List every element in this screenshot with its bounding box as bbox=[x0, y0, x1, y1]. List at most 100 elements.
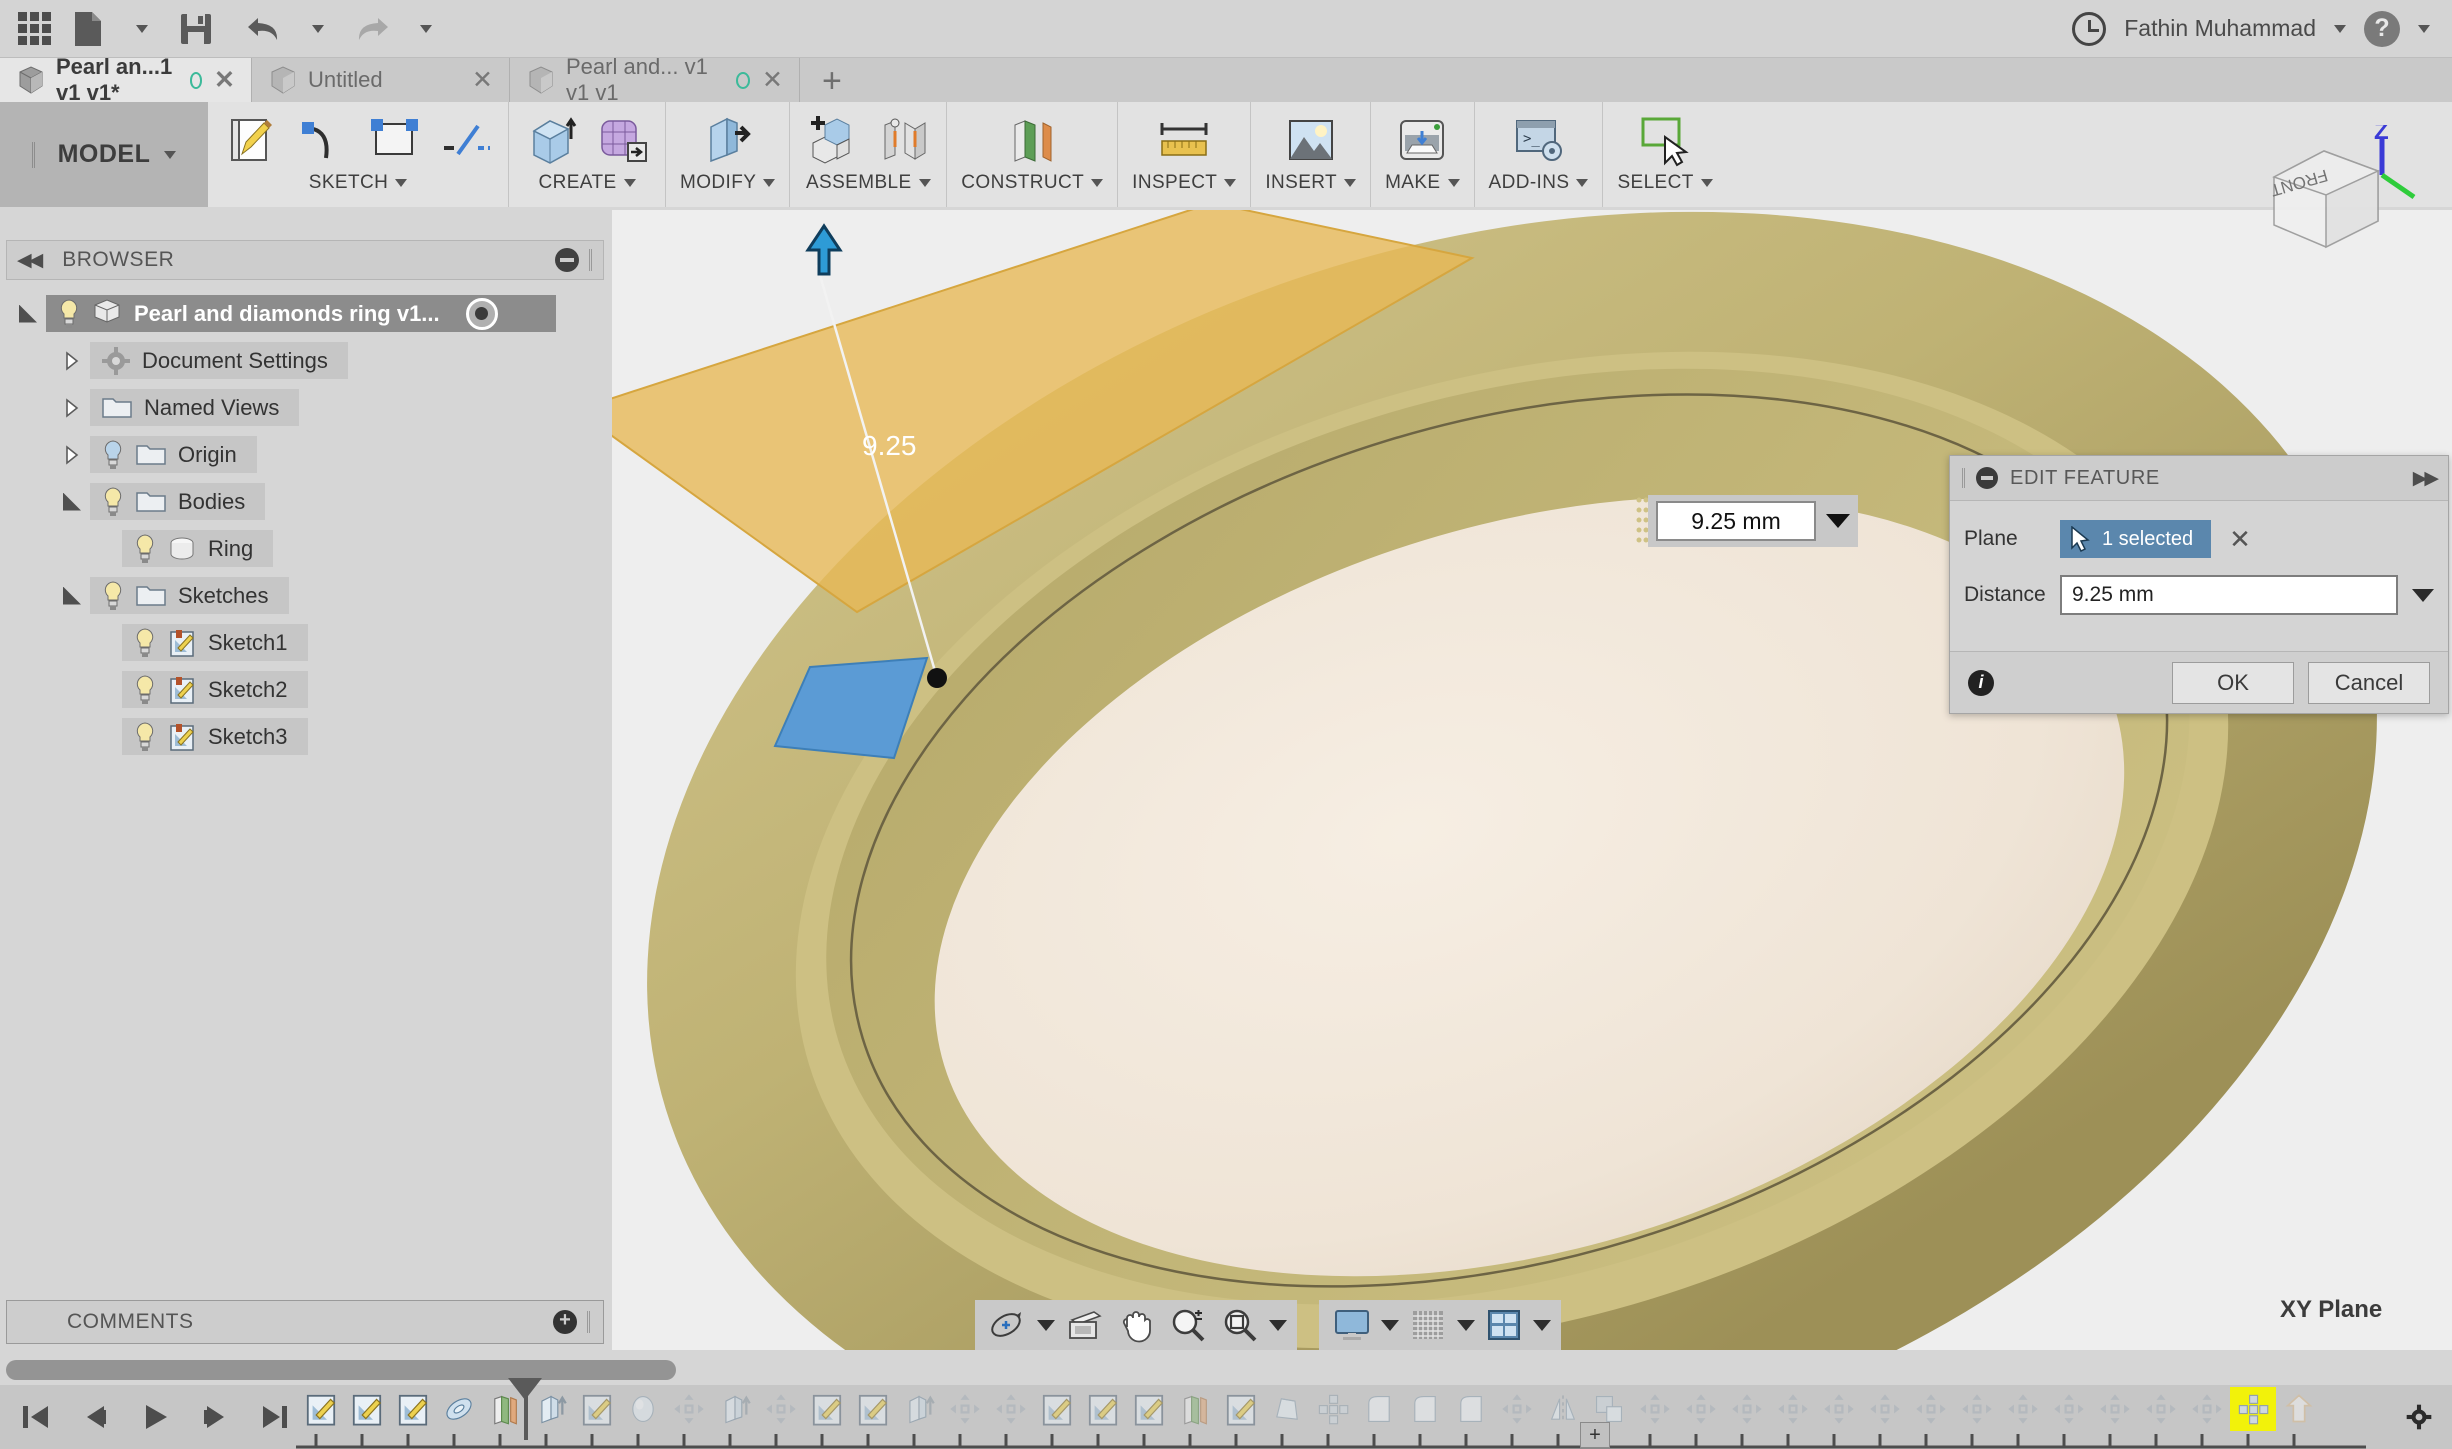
activate-component-radio[interactable] bbox=[465, 297, 498, 330]
scripts-addins-icon[interactable]: >_ bbox=[1510, 112, 1566, 168]
timeline-feature-move-icon[interactable] bbox=[2138, 1387, 2184, 1431]
timeline-feature-fillet-icon[interactable] bbox=[1402, 1387, 1448, 1431]
timeline-feature-move-icon[interactable] bbox=[1816, 1387, 1862, 1431]
light-bulb-icon[interactable] bbox=[134, 627, 156, 658]
ribbon-group-label[interactable]: INSPECT bbox=[1132, 172, 1237, 194]
tree-row-sketch1[interactable]: Sketch1 bbox=[10, 624, 610, 661]
user-menu-caret[interactable] bbox=[2334, 24, 2346, 33]
tree-item-component[interactable]: Pearl and diamonds ring v1... bbox=[46, 295, 556, 332]
timeline-feature-move-icon[interactable] bbox=[988, 1387, 1034, 1431]
display-settings-icon[interactable] bbox=[1329, 1303, 1375, 1347]
zoom-icon[interactable] bbox=[1165, 1303, 1211, 1347]
grid-snap-icon[interactable] bbox=[1405, 1303, 1451, 1347]
clock-history-icon[interactable] bbox=[2072, 11, 2107, 46]
timeline-feature-sketch-icon[interactable] bbox=[1126, 1387, 1172, 1431]
help-icon[interactable]: ? bbox=[2364, 10, 2400, 47]
insert-image-icon[interactable] bbox=[1283, 112, 1339, 168]
timeline-feature-move-icon[interactable] bbox=[2046, 1387, 2092, 1431]
tree-item-sketch3[interactable]: Sketch3 bbox=[122, 718, 308, 755]
minimize-icon[interactable] bbox=[555, 248, 579, 272]
light-bulb-icon[interactable] bbox=[102, 580, 124, 611]
close-icon[interactable]: ✕ bbox=[214, 67, 235, 93]
ribbon-group-label[interactable]: SKETCH bbox=[309, 172, 408, 194]
redo-icon[interactable] bbox=[348, 7, 396, 51]
panel-grip[interactable] bbox=[587, 1311, 591, 1333]
timeline-feature-pattern-icon[interactable] bbox=[2230, 1387, 2276, 1431]
tree-item-origin[interactable]: Origin bbox=[90, 436, 257, 473]
undo-dropdown[interactable] bbox=[294, 7, 342, 51]
chevron-down-icon[interactable] bbox=[1826, 514, 1850, 528]
orbit-icon[interactable] bbox=[985, 1303, 1031, 1347]
ribbon-group-label[interactable]: ASSEMBLE bbox=[806, 172, 931, 194]
minimize-icon[interactable] bbox=[1976, 467, 1998, 489]
user-name-label[interactable]: Fathin Muhammad bbox=[2124, 15, 2316, 42]
grid-apps-icon[interactable] bbox=[10, 7, 58, 51]
add-comment-icon[interactable]: + bbox=[553, 1310, 577, 1334]
light-bulb-icon[interactable] bbox=[102, 486, 124, 517]
measure-icon[interactable] bbox=[1156, 112, 1212, 168]
light-bulb-icon[interactable] bbox=[134, 721, 156, 752]
3d-viewport[interactable]: 9.25 bbox=[612, 210, 2452, 1350]
light-bulb-icon[interactable] bbox=[102, 439, 124, 470]
timeline-feature-move-icon[interactable] bbox=[2000, 1387, 2046, 1431]
browser-horizontal-scrollbar[interactable] bbox=[6, 1360, 676, 1380]
new-document-dropdown[interactable] bbox=[118, 7, 166, 51]
timeline-feature-move-icon[interactable] bbox=[942, 1387, 988, 1431]
tree-row-named-views[interactable]: Named Views bbox=[10, 389, 610, 426]
light-bulb-icon[interactable] bbox=[58, 298, 80, 329]
document-tab-0[interactable]: Pearl an...1 v1 v1* ✕ bbox=[0, 54, 252, 105]
close-icon[interactable]: ✕ bbox=[762, 67, 783, 93]
undo-icon[interactable] bbox=[240, 7, 288, 51]
distance-manipulator-input[interactable]: 9.25 mm bbox=[1648, 495, 1858, 547]
ok-button[interactable]: OK bbox=[2172, 661, 2294, 704]
tree-item-bodies[interactable]: Bodies bbox=[90, 483, 266, 520]
timeline-feature-sketch-icon[interactable] bbox=[1080, 1387, 1126, 1431]
tree-item-ring[interactable]: Ring bbox=[122, 530, 274, 567]
tree-row-ring[interactable]: Ring bbox=[10, 530, 610, 567]
create-sketch-icon[interactable] bbox=[222, 112, 278, 168]
look-at-icon[interactable] bbox=[1061, 1303, 1107, 1347]
timeline-feature-fillet-icon[interactable] bbox=[1448, 1387, 1494, 1431]
press-pull-icon[interactable] bbox=[700, 112, 756, 168]
offset-plane-icon[interactable] bbox=[1004, 112, 1060, 168]
timeline-settings-gear-icon[interactable] bbox=[2406, 1395, 2452, 1439]
timeline-feature-sphere-icon[interactable] bbox=[620, 1387, 666, 1431]
timeline-expand-node[interactable]: + bbox=[1580, 1422, 1610, 1448]
pan-icon[interactable] bbox=[1113, 1303, 1159, 1347]
viewports-dropdown-caret[interactable] bbox=[1533, 1319, 1551, 1331]
mesh-create-icon[interactable] bbox=[595, 112, 651, 168]
distance-input[interactable]: 9.25 mm bbox=[2060, 575, 2398, 615]
joint-icon[interactable] bbox=[876, 112, 932, 168]
timeline-feature-move-icon[interactable] bbox=[666, 1387, 712, 1431]
timeline-feature-sketch-icon[interactable] bbox=[298, 1387, 344, 1431]
expand-toggle[interactable] bbox=[10, 304, 46, 323]
distance-value[interactable]: 9.25 mm bbox=[1656, 501, 1816, 541]
timeline-feature-sketch-icon[interactable] bbox=[1218, 1387, 1264, 1431]
fit-icon[interactable] bbox=[1217, 1303, 1263, 1347]
timeline-feature-revolve-icon[interactable] bbox=[436, 1387, 482, 1431]
help-menu-caret[interactable] bbox=[2418, 24, 2430, 33]
ribbon-group-label[interactable]: CONSTRUCT bbox=[961, 172, 1104, 194]
timeline-feature-move-icon[interactable] bbox=[1954, 1387, 2000, 1431]
step-forward-icon[interactable] bbox=[192, 1395, 238, 1439]
timeline-feature-move-icon[interactable] bbox=[2184, 1387, 2230, 1431]
tree-row-sketch3[interactable]: Sketch3 bbox=[10, 718, 610, 755]
viewports-icon[interactable] bbox=[1481, 1303, 1527, 1347]
light-bulb-icon[interactable] bbox=[134, 533, 156, 564]
tree-row-root[interactable]: Pearl and diamonds ring v1... bbox=[10, 295, 610, 332]
edit-feature-dialog[interactable]: EDIT FEATURE ▶▶ Plane 1 selected ✕ Dista… bbox=[1949, 455, 2449, 714]
timeline-feature-move-icon[interactable] bbox=[1494, 1387, 1540, 1431]
ribbon-group-label[interactable]: ADD-INS bbox=[1489, 172, 1589, 194]
timeline-feature-loft-icon[interactable] bbox=[1264, 1387, 1310, 1431]
document-tab-1[interactable]: Untitled ✕ bbox=[252, 58, 510, 102]
info-icon[interactable]: i bbox=[1968, 669, 1994, 696]
go-to-end-icon[interactable] bbox=[252, 1395, 298, 1439]
workspace-switcher[interactable]: MODEL bbox=[0, 102, 208, 207]
close-icon[interactable]: ✕ bbox=[472, 67, 493, 93]
timeline-feature-sketch-icon[interactable] bbox=[850, 1387, 896, 1431]
3d-print-icon[interactable] bbox=[1394, 112, 1450, 168]
timeline-feature-sketch-icon[interactable] bbox=[344, 1387, 390, 1431]
tree-row-sketches[interactable]: Sketches bbox=[10, 577, 610, 614]
double-left-arrow-icon[interactable]: ◀◀ bbox=[17, 249, 43, 272]
ribbon-group-label[interactable]: INSERT bbox=[1265, 172, 1357, 194]
